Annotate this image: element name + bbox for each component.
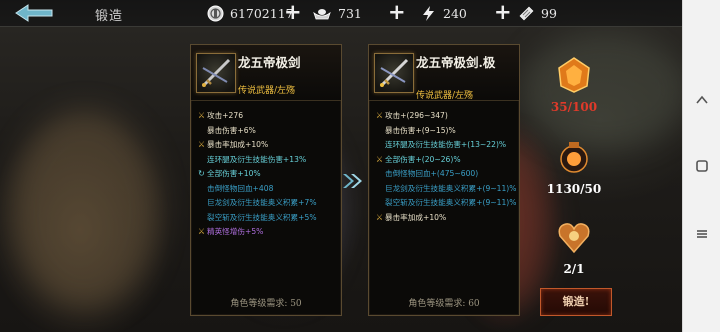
stat-text: 全部伤害+10% — [207, 169, 261, 178]
stat-text: 全部伤害+(20~26)% — [385, 154, 461, 164]
circle-icon[interactable] — [694, 158, 710, 174]
background-figure — [10, 110, 160, 310]
coin-counter: 61702117 — [207, 4, 294, 22]
stat-text: 裂空斩及衍生技能奥义积累+5% — [207, 212, 317, 222]
stat-line: ⚔ 全部伤害+(20~26)% — [375, 153, 517, 168]
stat-text: 裂空斩及衍生技能奥义积累+(9~11)% — [385, 198, 517, 207]
stat-text: 巨龙剑及衍生技能奥义积累+(9~11)% — [385, 183, 517, 193]
stat-line: 巨龙剑及衍生技能奥义积累+(9~11)% — [375, 182, 517, 197]
stat-text: 连环腿及衍生技能伤害+(13~22)% — [385, 140, 507, 149]
menu-icon[interactable] — [694, 226, 710, 242]
stat-text: 暴击率加成+10% — [207, 140, 269, 149]
orange-ore-icon — [558, 57, 590, 93]
stat-text: 精英怪增伤+5% — [207, 227, 264, 236]
forge-button[interactable]: 锻造! — [540, 288, 612, 316]
next-item-panel: 龙五帝极剑.极 传说武器/左殇 ⚔ 攻击+(296~347) 暴击伤害+(9~15)… — [368, 44, 520, 316]
ticket-counter: 99 — [518, 4, 557, 22]
energy-value: 240 — [443, 5, 467, 21]
ticket-icon — [519, 6, 534, 20]
stat-line: 暴击伤害+(9~15)% — [375, 124, 517, 139]
add-energy-button[interactable]: + — [494, 2, 512, 23]
stat-text: 攻击+276 — [207, 111, 244, 120]
stat-line: 击倒怪物回血+408 — [197, 182, 339, 197]
coin-icon — [207, 5, 224, 21]
soul-jar-icon — [560, 142, 588, 173]
stat-text: 巨龙剑及衍生技能奥义积累+7% — [207, 198, 317, 207]
weapon-sword-icon[interactable] — [374, 53, 414, 93]
material-count: 35/100 — [550, 100, 598, 114]
page-title: 锻造 — [95, 9, 124, 24]
stat-line: 裂空斩及衍生技能奥义积累+5% — [197, 211, 339, 226]
upgrade-arrow-icon — [341, 172, 365, 190]
item-type: 传说武器/左殇 — [238, 86, 296, 96]
stat-line: ⚔ 暴击率加成+10% — [197, 138, 339, 153]
ingot-counter: 731 — [312, 4, 362, 22]
sword-marker-icon: ⚔ — [197, 227, 206, 236]
weapon-sword-icon[interactable] — [196, 53, 236, 93]
sword-marker-icon: ⚔ — [375, 111, 384, 120]
top-bar: 锻造 61702117 + 731 + 240 + 99 — [0, 0, 682, 27]
stat-line: ⚔ 攻击+276 — [197, 109, 339, 124]
ingot-value: 731 — [338, 5, 362, 21]
stat-text: 击倒怪物回血+(475~600) — [385, 169, 479, 178]
stat-text: 暴击率加成+10% — [385, 212, 447, 222]
stat-text: 连环腿及衍生技能伤害+13% — [207, 154, 307, 164]
sword-marker-icon: ⚔ — [197, 111, 206, 120]
material-count: 1130/50 — [546, 182, 602, 196]
level-requirement: 角色等级需求: 60 — [408, 299, 480, 309]
stat-line: ⚔ 攻击+(296~347) — [375, 109, 517, 124]
item-name: 龙五帝极剑.极 — [416, 55, 496, 70]
chevron-up-icon[interactable] — [694, 92, 710, 108]
heart-charm-icon — [558, 223, 590, 254]
stat-line: 暴击伤害+6% — [197, 124, 339, 139]
material-count: 2/1 — [563, 262, 585, 276]
stat-line: 巨龙剑及衍生技能奥义积累+7% — [197, 196, 339, 211]
stat-line: 击倒怪物回血+(475~600) — [375, 167, 517, 182]
add-coin-button[interactable]: + — [284, 2, 302, 23]
stat-line: ⚔ 精英怪增伤+5% — [197, 225, 339, 240]
sword-marker-icon: ⚔ — [375, 212, 384, 222]
stat-text: 暴击伤害+6% — [207, 125, 256, 135]
refresh-marker-icon: ↻ — [198, 169, 205, 178]
stat-text: 攻击+(296~347) — [385, 111, 448, 120]
stat-text: 暴击伤害+(9~15)% — [385, 125, 456, 135]
level-requirement: 角色等级需求: 50 — [230, 299, 302, 309]
item-name: 龙五帝极剑 — [238, 55, 301, 70]
ticket-value: 99 — [541, 5, 557, 21]
material-slot[interactable]: 1130/50 — [540, 138, 608, 196]
stat-list: ⚔ 攻击+276 暴击伤害+6% ⚔ 暴击率加成+10% 连环腿及衍生技能伤害+13% ↻ 全… — [197, 109, 339, 240]
back-arrow-icon — [15, 4, 53, 22]
stat-text: 击倒怪物回血+408 — [207, 183, 274, 193]
ingot-icon — [313, 8, 331, 19]
item-type: 传说武器/左殇 — [416, 91, 474, 101]
sword-marker-icon: ⚔ — [197, 140, 206, 149]
stat-line: ⚔ 暴击率加成+10% — [375, 211, 517, 226]
current-item-panel: 龙五帝极剑 传说武器/左殇 ⚔ 攻击+276 暴击伤害+6% ⚔ 暴击率加成+10% 连环… — [190, 44, 342, 316]
material-slot[interactable]: 2/1 — [540, 218, 608, 276]
sword-marker-icon: ⚔ — [375, 154, 384, 164]
system-nav-bar — [682, 0, 720, 332]
stat-line: 裂空斩及衍生技能奥义积累+(9~11)% — [375, 196, 517, 211]
stat-line: ↻ 全部伤害+10% — [197, 167, 339, 182]
stat-line: 连环腿及衍生技能伤害+(13~22)% — [375, 138, 517, 153]
energy-icon — [423, 5, 434, 21]
energy-counter: 240 — [420, 4, 467, 22]
back-button[interactable] — [14, 2, 54, 24]
material-slot[interactable]: 35/100 — [540, 56, 608, 114]
add-ingot-button[interactable]: + — [388, 2, 406, 23]
stat-line: 连环腿及衍生技能伤害+13% — [197, 153, 339, 168]
stat-list: ⚔ 攻击+(296~347) 暴击伤害+(9~15)% 连环腿及衍生技能伤害+(13~… — [375, 109, 517, 225]
